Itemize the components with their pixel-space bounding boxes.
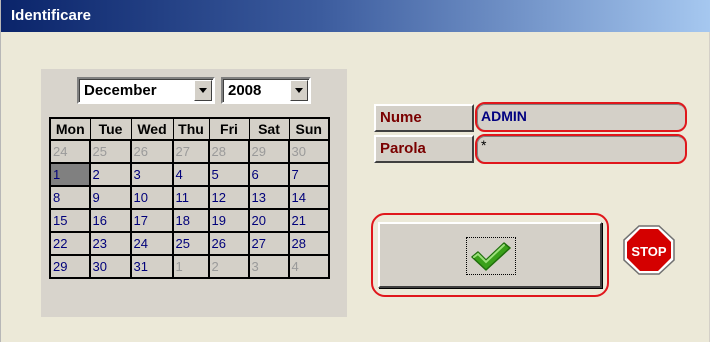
password-field[interactable]: * (475, 134, 687, 164)
username-label-button[interactable]: Nume (374, 104, 474, 132)
week-row: 15 16 17 18 19 20 21 (49, 208, 330, 233)
day-cell[interactable]: 16 (89, 208, 132, 233)
day-cell[interactable]: 3 (130, 162, 174, 187)
day-cell[interactable]: 29 (49, 254, 91, 279)
day-cell[interactable]: 18 (172, 208, 210, 233)
weekday-header: Sat (248, 117, 290, 141)
day-cell[interactable]: 27 (172, 139, 210, 164)
day-cell[interactable]: 10 (130, 185, 174, 210)
day-cell[interactable]: 19 (208, 208, 250, 233)
day-cell[interactable]: 30 (89, 254, 132, 279)
day-cell[interactable]: 28 (208, 139, 250, 164)
stop-sign-icon: STOP (623, 225, 675, 275)
day-cell[interactable]: 4 (288, 254, 330, 279)
day-cell[interactable]: 12 (208, 185, 250, 210)
chevron-down-icon (199, 88, 207, 93)
password-value[interactable]: * (477, 136, 685, 162)
day-cell[interactable]: 20 (248, 208, 290, 233)
day-cell[interactable]: 2 (89, 162, 132, 187)
title-bar[interactable]: Identificare (1, 0, 710, 32)
day-cell[interactable]: 29 (248, 139, 290, 164)
day-cell[interactable]: 25 (89, 139, 132, 164)
day-cell[interactable]: 9 (89, 185, 132, 210)
password-label-button[interactable]: Parola (374, 135, 474, 163)
ok-button-highlight (371, 213, 609, 297)
day-cell[interactable]: 1 (172, 254, 210, 279)
month-select[interactable]: December (77, 77, 215, 104)
year-value: 2008 (228, 82, 262, 99)
week-row: 29 30 31 1 2 3 4 (49, 254, 330, 279)
chevron-down-icon (295, 88, 303, 93)
username-value[interactable]: ADMIN (477, 104, 685, 130)
day-cell[interactable]: 15 (49, 208, 91, 233)
day-cell[interactable]: 17 (130, 208, 174, 233)
day-cell[interactable]: 22 (49, 231, 91, 256)
weekday-header: Sun (288, 117, 330, 141)
day-cell[interactable]: 21 (288, 208, 330, 233)
weekday-header: Mon (49, 117, 91, 141)
day-cell[interactable]: 23 (89, 231, 132, 256)
week-row: 1 2 3 4 5 6 7 (49, 162, 330, 187)
week-row: 8 9 10 11 12 13 14 (49, 185, 330, 210)
stop-button[interactable]: STOP (621, 224, 677, 276)
day-cell[interactable]: 24 (49, 139, 91, 164)
day-cell[interactable]: 5 (208, 162, 250, 187)
day-cell[interactable]: 31 (130, 254, 174, 279)
day-cell[interactable]: 25 (172, 231, 210, 256)
day-cell-selected[interactable]: 1 (49, 162, 91, 187)
stop-sign-text: STOP (631, 244, 666, 259)
week-row: 24 25 26 27 28 29 30 (49, 139, 330, 164)
username-field[interactable]: ADMIN (475, 102, 687, 132)
day-cell[interactable]: 14 (288, 185, 330, 210)
calendar-panel: December 2008 Mon Tue Wed Thu Fri Sat Su… (41, 69, 347, 317)
weekday-header: Fri (208, 117, 250, 141)
year-dropdown-button[interactable] (290, 80, 308, 101)
day-cell[interactable]: 28 (288, 231, 330, 256)
window-title: Identificare (11, 7, 92, 24)
checkmark-icon (471, 242, 511, 271)
weekday-header: Thu (172, 117, 210, 141)
day-cell[interactable]: 24 (130, 231, 174, 256)
day-cell[interactable]: 26 (130, 139, 174, 164)
month-dropdown-button[interactable] (194, 80, 212, 101)
day-cell[interactable]: 7 (288, 162, 330, 187)
day-cell[interactable]: 13 (248, 185, 290, 210)
weekday-header: Tue (89, 117, 132, 141)
year-select[interactable]: 2008 (221, 77, 311, 104)
week-row: 22 23 24 25 26 27 28 (49, 231, 330, 256)
month-value: December (84, 82, 157, 99)
day-cell[interactable]: 2 (208, 254, 250, 279)
day-cell[interactable]: 8 (49, 185, 91, 210)
day-cell[interactable]: 4 (172, 162, 210, 187)
day-cell[interactable]: 26 (208, 231, 250, 256)
day-cell[interactable]: 6 (248, 162, 290, 187)
ok-button[interactable] (378, 222, 602, 288)
day-cell[interactable]: 11 (172, 185, 210, 210)
day-cell[interactable]: 3 (248, 254, 290, 279)
day-cell[interactable]: 27 (248, 231, 290, 256)
weekday-header-row: Mon Tue Wed Thu Fri Sat Sun (49, 117, 330, 141)
login-window: Identificare December 2008 Mon Tue Wed T… (0, 0, 710, 342)
day-cell[interactable]: 30 (288, 139, 330, 164)
calendar-grid: Mon Tue Wed Thu Fri Sat Sun 24 25 26 27 … (49, 117, 330, 279)
weekday-header: Wed (130, 117, 174, 141)
